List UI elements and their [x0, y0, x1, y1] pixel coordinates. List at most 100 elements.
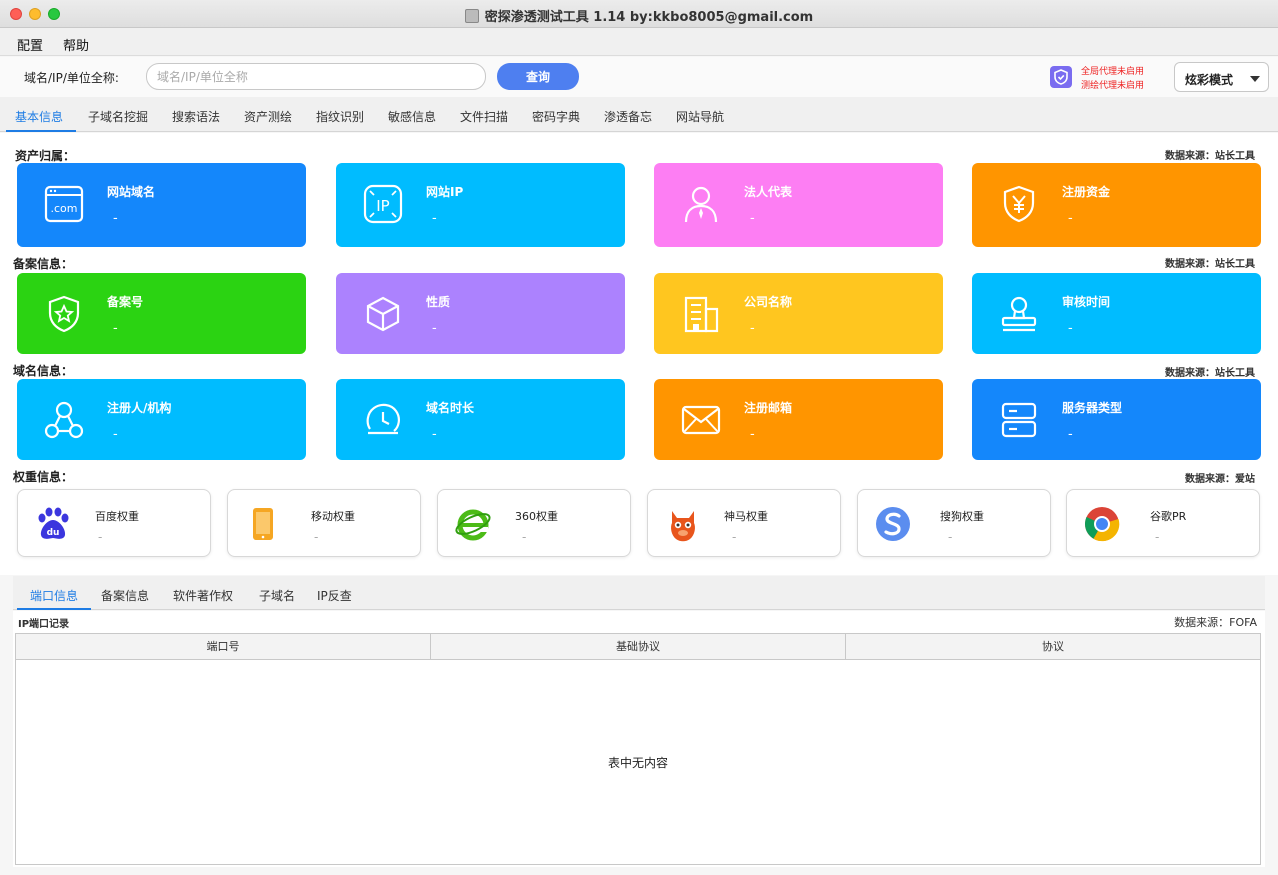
weight-card-sogou[interactable]: 搜狗权重 - — [857, 489, 1051, 557]
tab-basic-info[interactable]: 基本信息 — [15, 108, 63, 125]
weight-card-google[interactable]: 谷歌PR - — [1066, 489, 1260, 557]
tab-subdomain-mining[interactable]: 子域名挖掘 — [88, 108, 148, 125]
global-proxy-status: 全局代理未启用 — [1081, 67, 1145, 77]
card-value: - — [750, 427, 755, 442]
card-value: - — [1068, 211, 1073, 226]
search-input[interactable] — [146, 63, 486, 90]
card-site-ip[interactable]: IP 网站IP - — [336, 163, 625, 247]
card-value: - — [750, 211, 755, 226]
menu-bar: 配置 帮助 — [0, 28, 1278, 56]
weight-value: - — [948, 530, 953, 544]
card-title: 备案号 — [107, 295, 144, 309]
basic-info-panel: 资产归属： 数据来源：站长工具 .com 网站域名 - IP 网站IP - 法人… — [0, 133, 1278, 575]
card-registrant[interactable]: 注册人/机构 - — [17, 379, 306, 460]
column-header-protocol[interactable]: 协议 — [846, 634, 1261, 660]
weight-source-label: 数据来源：爱站 — [1185, 474, 1255, 485]
active-tab-indicator — [6, 130, 76, 132]
port-info-panel: IP端口记录 数据来源：FOFA 端口号 基础协议 协议 表中无内容 — [13, 611, 1265, 867]
weight-card-shenma[interactable]: 神马权重 - — [647, 489, 841, 557]
clock-icon — [362, 399, 404, 441]
tab-fingerprint[interactable]: 指纹识别 — [316, 108, 364, 125]
window-title-text: 密探渗透测试工具 1.14 by:kkbo8005@gmail.com — [484, 10, 814, 25]
proxy-shield-icon[interactable] — [1050, 66, 1072, 88]
weight-card-mobile[interactable]: 移动权重 - — [227, 489, 421, 557]
card-server-type[interactable]: 服务器类型 - — [972, 379, 1261, 460]
tab-asset-mapping[interactable]: 资产测绘 — [244, 108, 292, 125]
card-title: 网站域名 — [107, 185, 156, 199]
baidu-icon: du — [34, 505, 72, 543]
app-icon — [464, 9, 479, 23]
weight-value: - — [1155, 530, 1160, 544]
card-value: - — [113, 211, 118, 226]
tab-ip-reverse[interactable]: IP反查 — [317, 587, 352, 604]
main-tab-bar: 基本信息 子域名挖掘 搜索语法 资产测绘 指纹识别 敏感信息 文件扫描 密码字典… — [0, 97, 1278, 132]
card-title: 注册人/机构 — [107, 401, 172, 415]
column-header-port[interactable]: 端口号 — [16, 634, 431, 660]
mapping-proxy-status: 测绘代理未启用 — [1081, 81, 1145, 91]
tab-software-copyright[interactable]: 软件著作权 — [173, 587, 233, 604]
card-site-domain[interactable]: .com 网站域名 - — [17, 163, 306, 247]
shenma-icon — [664, 505, 702, 543]
tab-pentest-memo[interactable]: 渗透备忘 — [604, 108, 652, 125]
weight-title: 神马权重 — [724, 510, 768, 523]
card-review-time[interactable]: 审核时间 - — [972, 273, 1261, 354]
weight-title: 谷歌PR — [1150, 510, 1187, 523]
card-legal-rep[interactable]: 法人代表 - — [654, 163, 943, 247]
detail-tab-bar: 端口信息 备案信息 软件著作权 子域名 IP反查 — [13, 576, 1265, 610]
icp-section-label: 备案信息： — [13, 257, 74, 271]
icp-source-label: 数据来源：站长工具 — [1165, 259, 1255, 270]
ie-360-icon — [454, 505, 492, 543]
card-title: 注册邮箱 — [744, 401, 793, 415]
tab-file-scan[interactable]: 文件扫描 — [460, 108, 508, 125]
tab-port-info[interactable]: 端口信息 — [30, 587, 78, 604]
mobile-icon — [244, 505, 282, 543]
card-nature[interactable]: 性质 - — [336, 273, 625, 354]
menu-help[interactable]: 帮助 — [63, 35, 89, 54]
server-icon — [998, 399, 1040, 441]
menu-config[interactable]: 配置 — [17, 35, 43, 54]
weight-title: 移动权重 — [311, 510, 355, 523]
weight-title: 搜狗权重 — [940, 510, 984, 523]
network-icon — [43, 399, 85, 441]
tab-search-syntax[interactable]: 搜索语法 — [172, 108, 220, 125]
card-registrant-email[interactable]: 注册邮箱 - — [654, 379, 943, 460]
active-subtab-indicator — [17, 608, 91, 610]
column-header-base-protocol[interactable]: 基础协议 — [431, 634, 846, 660]
domain-source-label: 数据来源：站长工具 — [1165, 368, 1255, 379]
query-button[interactable]: 查询 — [497, 63, 579, 90]
tab-subdomain[interactable]: 子域名 — [259, 587, 295, 604]
svg-text:.com: .com — [51, 202, 78, 215]
card-domain-age[interactable]: 域名时长 - — [336, 379, 625, 460]
chevron-down-icon — [1250, 76, 1260, 82]
tab-sensitive-info[interactable]: 敏感信息 — [388, 108, 436, 125]
card-title: 网站IP — [426, 185, 464, 199]
weight-value: - — [314, 530, 319, 544]
tab-icp-info[interactable]: 备案信息 — [101, 587, 149, 604]
building-icon — [680, 293, 722, 335]
card-icp-number[interactable]: 备案号 - — [17, 273, 306, 354]
tab-site-nav[interactable]: 网站导航 — [676, 108, 724, 125]
port-table[interactable]: 端口号 基础协议 协议 表中无内容 — [15, 633, 1261, 865]
yuan-shield-icon — [998, 183, 1040, 225]
ip-icon: IP — [362, 183, 404, 225]
domain-section-label: 域名信息： — [13, 364, 74, 378]
search-row: 域名/IP/单位全称: 查询 全局代理未启用 测绘代理未启用 炫彩模式 — [0, 57, 1278, 97]
weight-card-360[interactable]: 360权重 - — [437, 489, 631, 557]
card-title: 性质 — [426, 295, 451, 309]
theme-mode-select[interactable]: 炫彩模式 — [1174, 62, 1269, 92]
theme-mode-value: 炫彩模式 — [1185, 73, 1234, 87]
tab-password-dict[interactable]: 密码字典 — [532, 108, 580, 125]
card-value: - — [432, 211, 437, 226]
title-bar: 密探渗透测试工具 1.14 by:kkbo8005@gmail.com — [0, 0, 1278, 28]
person-icon — [680, 183, 722, 225]
card-registered-capital[interactable]: 注册资金 - — [972, 163, 1261, 247]
card-title: 服务器类型 — [1062, 401, 1123, 415]
weight-card-baidu[interactable]: du 百度权重 - — [17, 489, 211, 557]
table-empty-message: 表中无内容 — [607, 756, 668, 770]
card-company-name[interactable]: 公司名称 - — [654, 273, 943, 354]
sogou-icon — [874, 505, 912, 543]
card-value: - — [1068, 427, 1073, 442]
card-title: 域名时长 — [426, 401, 475, 415]
weight-title: 百度权重 — [95, 510, 139, 523]
svg-text:IP: IP — [376, 197, 389, 215]
